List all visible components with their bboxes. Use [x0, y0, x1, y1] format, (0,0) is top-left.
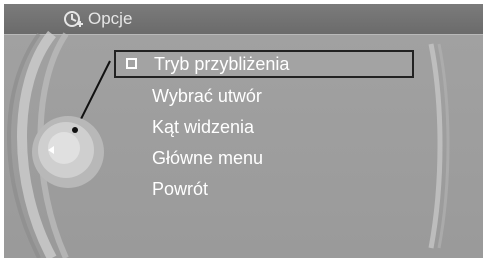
- checkbox-icon[interactable]: [126, 58, 137, 69]
- menu-item-select-track[interactable]: Wybrać utwór: [114, 81, 414, 112]
- left-arrow-icon[interactable]: [46, 145, 56, 155]
- menu-item-main-menu[interactable]: Główne menu: [114, 143, 414, 174]
- menu-item-label: Powrót: [152, 179, 209, 199]
- menu-item-label: Wybrać utwór: [152, 86, 262, 106]
- menu-item-zoom-mode[interactable]: Tryb przybliżenia: [114, 50, 414, 78]
- scroll-arc: [428, 43, 450, 249]
- options-menu: Tryb przybliżenia Wybrać utwór Kąt widze…: [114, 50, 414, 205]
- menu-item-label: Główne menu: [152, 148, 264, 168]
- menu-item-label: Kąt widzenia: [152, 117, 255, 137]
- display-screen: Opcje Tryb przybliżenia Wybrać utwór Kąt…: [4, 4, 483, 258]
- menu-item-label: Tryb przybliżenia: [154, 54, 290, 74]
- menu-item-view-angle[interactable]: Kąt widzenia: [114, 112, 414, 143]
- menu-item-back[interactable]: Powrót: [114, 174, 414, 205]
